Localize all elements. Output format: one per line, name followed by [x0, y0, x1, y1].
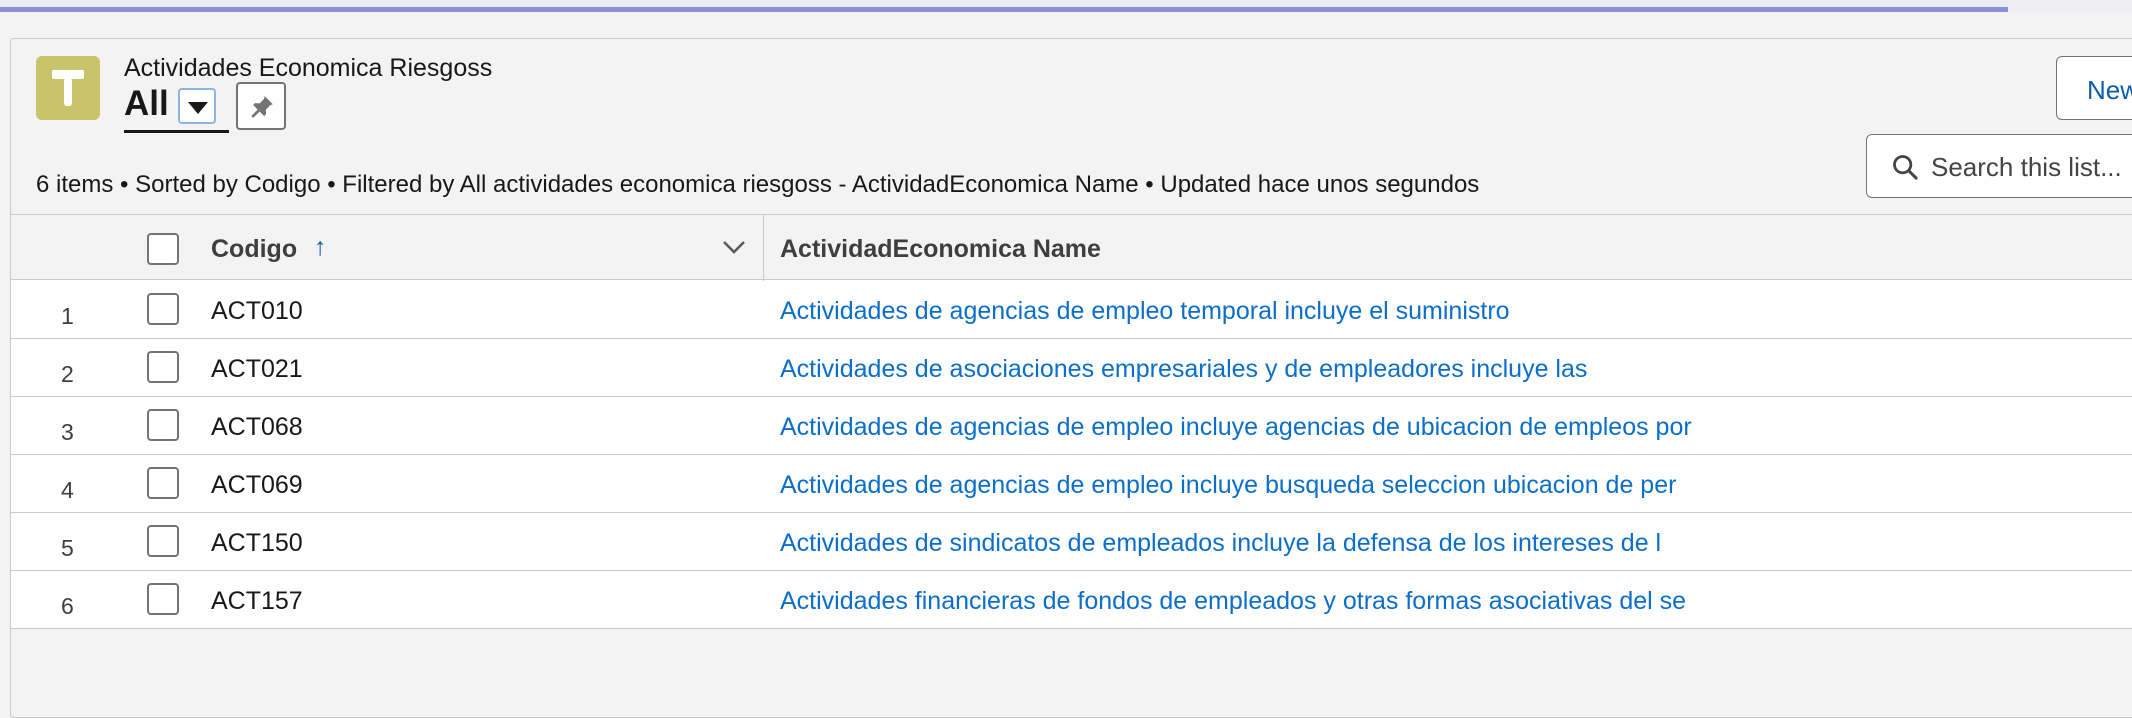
table-row: 1 ACT010 Actividades de agencias de empl…: [11, 281, 2132, 339]
row-number: 6: [61, 593, 74, 619]
row-codigo: ACT068: [211, 413, 303, 441]
search-input[interactable]: [1931, 147, 2132, 187]
object-label: Actividades Economica Riesgoss: [124, 54, 493, 82]
row-number: 2: [61, 361, 74, 387]
row-codigo: ACT069: [211, 471, 303, 499]
row-number: 3: [61, 419, 74, 445]
top-accent-bar: [0, 0, 2132, 12]
row-checkbox[interactable]: [147, 351, 179, 383]
list-summary: 6 items • Sorted by Codigo • Filtered by…: [36, 171, 1480, 198]
hammer-icon: [36, 56, 100, 120]
list-view-dropdown-button[interactable]: [178, 88, 216, 124]
list-table: Codigo ↑ ActividadEconomica Name 1 ACT01…: [11, 214, 2132, 629]
column-menu-chevron-icon[interactable]: [721, 237, 747, 262]
row-codigo: ACT157: [211, 587, 303, 615]
list-view-name[interactable]: All: [124, 84, 169, 124]
row-checkbox[interactable]: [147, 293, 179, 325]
row-checkbox[interactable]: [147, 409, 179, 441]
row-name-link[interactable]: Actividades de agencias de empleo tempor…: [780, 297, 1510, 326]
column-header-name[interactable]: ActividadEconomica Name: [780, 235, 1101, 264]
row-checkbox[interactable]: [147, 525, 179, 557]
row-name-link[interactable]: Actividades financieras de fondos de emp…: [780, 587, 1686, 616]
table-row: 2 ACT021 Actividades de asociaciones emp…: [11, 339, 2132, 397]
triangle-down-icon: [188, 102, 208, 114]
search-icon: [1893, 155, 1918, 180]
row-checkbox[interactable]: [147, 467, 179, 499]
row-name-link[interactable]: Actividades de agencias de empleo incluy…: [780, 471, 1676, 500]
row-codigo: ACT150: [211, 529, 303, 557]
search-box[interactable]: [1866, 134, 2132, 198]
top-bar-end: [2008, 0, 2132, 12]
column-header-codigo[interactable]: Codigo: [211, 235, 297, 264]
table-row: 3 ACT068 Actividades de agencias de empl…: [11, 397, 2132, 455]
table-header: Codigo ↑ ActividadEconomica Name: [11, 214, 2132, 281]
column-divider[interactable]: [763, 215, 764, 281]
row-codigo: ACT021: [211, 355, 303, 383]
sort-ascending-icon: ↑: [314, 233, 327, 261]
table-row: 5 ACT150 Actividades de sindicatos de em…: [11, 513, 2132, 571]
row-name-link[interactable]: Actividades de asociaciones empresariale…: [780, 355, 1587, 384]
list-view-underline: [124, 130, 229, 133]
new-button[interactable]: New: [2056, 56, 2132, 120]
select-all-checkbox[interactable]: [147, 233, 179, 265]
table-row: 4 ACT069 Actividades de agencias de empl…: [11, 455, 2132, 513]
row-number: 4: [61, 477, 74, 503]
top-accent-line: [0, 7, 2132, 12]
row-number: 1: [61, 303, 74, 329]
row-checkbox[interactable]: [147, 583, 179, 615]
row-name-link[interactable]: Actividades de sindicatos de empleados i…: [780, 529, 1661, 558]
row-codigo: ACT010: [211, 297, 303, 325]
pin-list-view-button[interactable]: [236, 82, 286, 130]
row-number: 5: [61, 535, 74, 561]
pin-icon: [251, 96, 273, 118]
row-name-link[interactable]: Actividades de agencias de empleo incluy…: [780, 413, 1692, 442]
table-row: 6 ACT157 Actividades financieras de fond…: [11, 571, 2132, 629]
